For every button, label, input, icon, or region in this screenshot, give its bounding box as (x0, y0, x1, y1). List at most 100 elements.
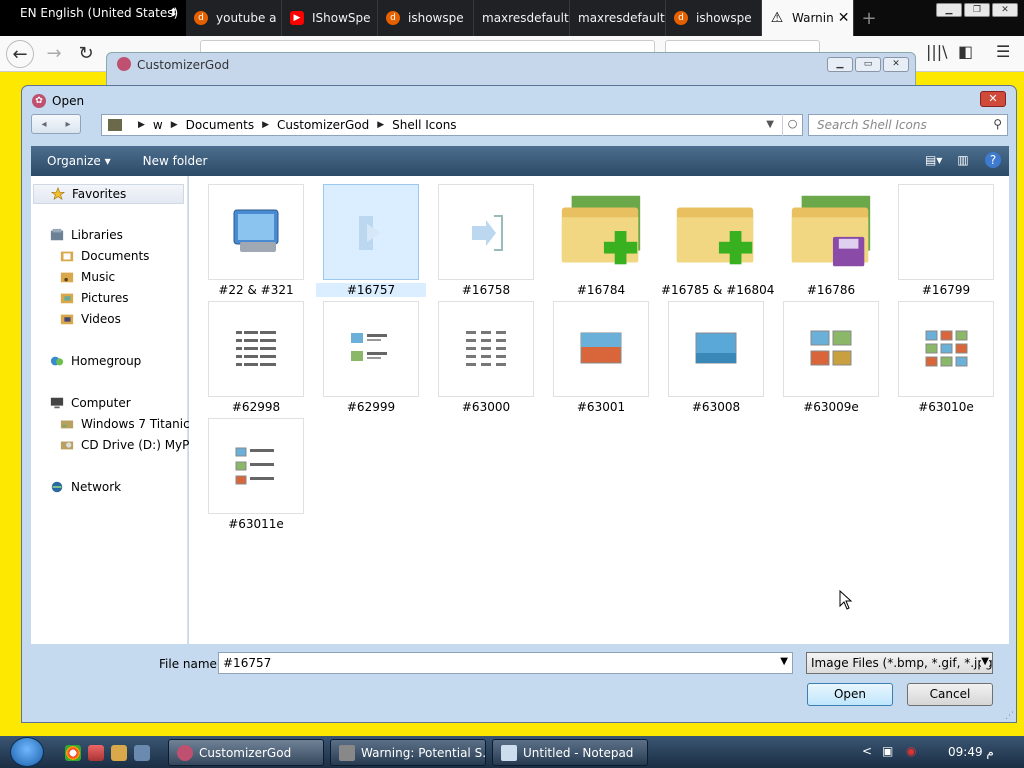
computer-icon (50, 397, 64, 409)
file-tile[interactable] (323, 301, 419, 397)
chrome-icon[interactable] (65, 745, 81, 761)
nav-item-drive-d[interactable]: CD Drive (D:) MyPal (59, 438, 200, 452)
nav-item-network[interactable]: Network (49, 480, 121, 494)
file-tile[interactable] (208, 301, 304, 397)
cancel-button[interactable]: Cancel (907, 683, 993, 706)
language-indicator[interactable]: EN English (United States) ⬍ (0, 0, 186, 36)
explorer-icon[interactable] (111, 745, 127, 761)
close-icon[interactable]: ✕ (992, 3, 1018, 17)
nav-item-computer[interactable]: Computer (49, 396, 131, 410)
blank-icon (916, 202, 976, 262)
chevron-right-icon[interactable]: ▶ (171, 120, 178, 130)
file-name: #63011e (228, 517, 284, 531)
file-tile[interactable] (553, 184, 649, 280)
new-folder-button[interactable]: New folder (127, 154, 224, 168)
file-tile[interactable] (208, 418, 304, 514)
file-tile-selected[interactable] (323, 184, 419, 280)
resize-grip-icon[interactable]: ⋰ (1005, 711, 1014, 721)
organize-button[interactable]: Organize ▾ (31, 154, 127, 168)
file-tile[interactable] (208, 184, 304, 280)
file-type-select[interactable]: Image Files (*.bmp, *.gif, *.jpg, ▼ (806, 652, 993, 674)
maximize-icon[interactable]: ▭ (855, 57, 881, 72)
help-icon[interactable]: ? (985, 152, 1001, 168)
taskbar-item-notepad[interactable]: Untitled - Notepad (492, 739, 648, 766)
clock[interactable]: 09:49 م (948, 745, 994, 759)
close-button[interactable]: ✕ (980, 91, 1006, 107)
file-tile[interactable] (898, 301, 994, 397)
browser-tab[interactable]: d youtube a (186, 0, 282, 36)
open-button[interactable]: Open (807, 683, 893, 706)
start-button[interactable] (10, 737, 44, 767)
nav-label: Homegroup (71, 354, 142, 368)
menu-icon[interactable]: ☰ (996, 42, 1010, 61)
restore-icon[interactable]: ❐ (964, 3, 990, 17)
minimize-icon[interactable]: ▁ (936, 3, 962, 17)
file-tile[interactable] (668, 301, 764, 397)
file-name-input[interactable]: #16757 ▼ (218, 652, 793, 674)
forward-icon[interactable]: ▸ (65, 119, 70, 130)
chevron-right-icon[interactable]: ▶ (262, 120, 269, 130)
browser-tab-strip: EN English (United States) ⬍ d youtube a … (0, 0, 1024, 36)
dialog-toolbar: Organize ▾ New folder ▤▾ ▥ ? (31, 146, 1009, 176)
nav-item-homegroup[interactable]: Homegroup (49, 354, 141, 368)
file-name: #16757 (316, 283, 426, 297)
browser-tab[interactable]: maxresdefault (570, 0, 666, 36)
file-tile[interactable] (438, 184, 534, 280)
nav-item-videos[interactable]: Videos (59, 312, 121, 326)
new-tab-icon[interactable]: + (854, 0, 884, 36)
nav-item-libraries[interactable]: Libraries (49, 228, 123, 242)
chevron-down-icon[interactable]: ▼ (780, 656, 788, 667)
volume-muted-icon[interactable]: ◉ (906, 744, 916, 758)
file-tile[interactable] (898, 184, 994, 280)
forward-arrow-icon[interactable]: → (40, 40, 68, 68)
browser-tab-active[interactable]: ⚠ Warnin ✕ (762, 0, 854, 36)
nav-item-drive-c[interactable]: Windows 7 Titanic E (59, 417, 201, 431)
file-tile[interactable] (668, 184, 764, 280)
youtube-icon: ▶ (290, 11, 304, 25)
browser-tab[interactable]: d ishowspe (666, 0, 762, 36)
file-tile[interactable] (783, 184, 879, 280)
library-icon[interactable]: |||\ (926, 42, 948, 61)
nav-item-pictures[interactable]: Pictures (59, 291, 129, 305)
sidebar-icon[interactable]: ◧ (958, 42, 973, 61)
back-icon[interactable]: ◂ (41, 119, 46, 130)
refresh-icon[interactable]: ○ (782, 114, 802, 136)
file-tile[interactable] (783, 301, 879, 397)
network-tray-icon[interactable]: ▣ (882, 744, 893, 758)
monitor-icon[interactable] (134, 745, 150, 761)
nav-item-documents[interactable]: Documents (59, 249, 149, 263)
file-tile[interactable] (553, 301, 649, 397)
nav-item-favorites[interactable]: Favorites (33, 184, 184, 204)
preview-pane-icon[interactable]: ▥ (955, 152, 971, 168)
close-tab-icon[interactable]: ✕ (838, 10, 850, 26)
chevron-right-icon[interactable]: ▶ (138, 120, 145, 130)
chevron-right-icon[interactable]: ▶ (377, 120, 384, 130)
search-input[interactable]: Search Shell Icons ⚲ (808, 114, 1008, 136)
file-tile[interactable] (438, 301, 534, 397)
browser-tab[interactable]: d ishowspe (378, 0, 474, 36)
change-view-icon[interactable]: ▤▾ (925, 152, 942, 168)
file-name: #63000 (461, 400, 511, 414)
browser-tab[interactable]: maxresdefault (474, 0, 570, 36)
search-icon[interactable]: ⚲ (993, 117, 1002, 131)
breadcrumb-item[interactable]: CustomizerGod (277, 118, 369, 132)
tab-label: maxresdefault (578, 11, 665, 25)
taskbar-item-firefox[interactable]: Warning: Potential S... (330, 739, 486, 766)
chevron-down-icon[interactable]: ▼ (981, 656, 989, 667)
firefox-icon[interactable] (88, 745, 104, 761)
tray-expand-icon[interactable]: < (862, 744, 872, 758)
chevron-down-icon[interactable]: ▼ (766, 119, 774, 130)
nav-item-music[interactable]: Music (59, 270, 115, 284)
breadcrumb-item[interactable]: Documents (186, 118, 254, 132)
reload-icon[interactable]: ↻ (72, 40, 100, 68)
back-arrow-icon[interactable]: ← (6, 40, 34, 68)
close-icon[interactable]: ✕ (883, 57, 909, 72)
background-window[interactable]: CustomizerGod ▁ ▭ ✕ (106, 52, 916, 86)
browser-tab[interactable]: ▶ IShowSpe (282, 0, 378, 36)
minimize-icon[interactable]: ▁ (827, 57, 853, 72)
breadcrumb-item[interactable]: w (153, 118, 163, 132)
taskbar-item-customizergod[interactable]: CustomizerGod (168, 739, 324, 766)
address-bar[interactable]: ▶ w ▶ Documents ▶ CustomizerGod ▶ Shell … (101, 114, 803, 136)
folder-add-icon (561, 195, 641, 265)
breadcrumb-item[interactable]: Shell Icons (392, 118, 456, 132)
